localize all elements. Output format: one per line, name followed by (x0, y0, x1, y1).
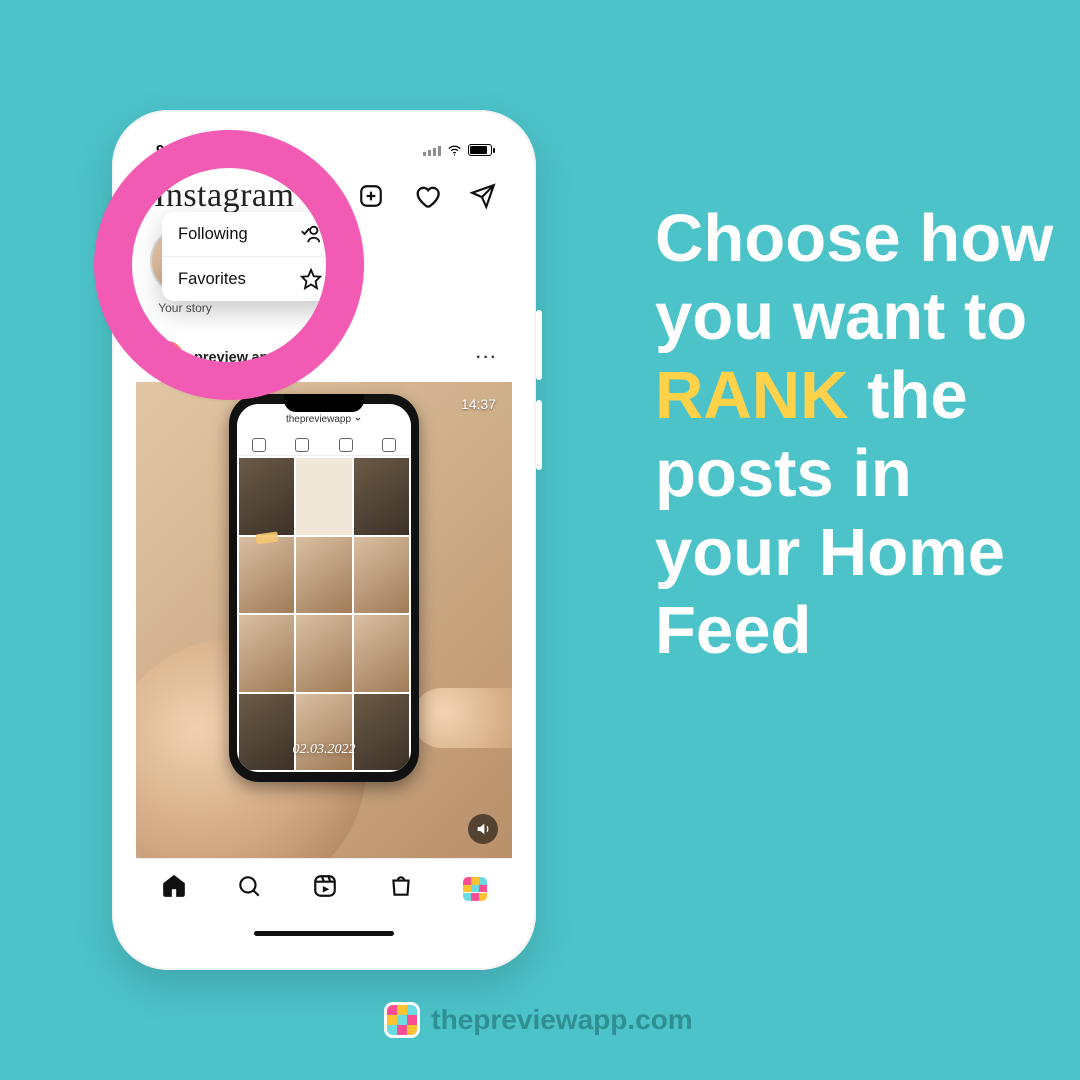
post-author-avatar[interactable] (150, 341, 184, 375)
home-icon (161, 873, 187, 899)
cellular-icon (423, 144, 441, 156)
status-time: 9:13 (156, 142, 186, 159)
hand-illustration (412, 688, 512, 748)
battery-icon (468, 144, 492, 156)
search-icon (236, 873, 262, 899)
footer-url: thepreviewapp.com (431, 1004, 692, 1036)
phone-side-button (536, 400, 542, 470)
dropdown-item-following[interactable]: Following (162, 212, 338, 256)
wifi-icon (447, 143, 462, 158)
new-post-button[interactable] (356, 181, 386, 211)
footer-credit: thepreviewapp.com (0, 1004, 1080, 1036)
post-media[interactable]: thepreviewapp 02.03.2022 14:37 (136, 382, 512, 858)
home-indicator (136, 918, 512, 948)
dropdown-label: Following (178, 225, 248, 244)
inner-date-overlay: 02.03.2022 (293, 742, 356, 758)
activity-heart-button[interactable] (412, 181, 442, 211)
dropdown-label: Favorites (178, 270, 246, 289)
shop-icon (388, 873, 414, 899)
star-icon (300, 268, 322, 290)
caption-pre: Choose how you want to (655, 201, 1053, 354)
status-right (423, 143, 492, 158)
mute-button[interactable] (468, 814, 498, 844)
caption-highlight: RANK (655, 358, 849, 433)
tab-home[interactable] (161, 873, 187, 904)
reels-icon (312, 873, 338, 899)
chevron-down-icon (354, 415, 362, 423)
video-timestamp: 14:37 (461, 396, 496, 412)
tab-reels[interactable] (312, 873, 338, 904)
dropdown-item-favorites[interactable]: Favorites (162, 256, 338, 301)
post-author-username[interactable]: preview.app (194, 350, 277, 366)
bottom-tab-bar (136, 858, 512, 918)
tab-profile[interactable] (463, 877, 487, 901)
feed-sort-dropdown: Following Favorites (162, 212, 338, 301)
inner-app-name: thepreviewapp (286, 414, 351, 425)
instagram-logo[interactable]: Instagram (154, 177, 294, 215)
brand-logo-icon (387, 1005, 417, 1035)
story-label: Your story (158, 301, 212, 315)
tab-shop[interactable] (388, 873, 414, 904)
status-bar: 9:13 (136, 132, 512, 168)
phone-side-button (536, 310, 542, 380)
caption-text: Choose how you want to RANK the posts in… (655, 200, 1055, 670)
tab-search[interactable] (236, 873, 262, 904)
messages-button[interactable] (468, 181, 498, 211)
phone-frame: 9:13 Instagram (112, 110, 536, 970)
following-icon (300, 223, 322, 245)
post-header: preview.app ··· (136, 334, 512, 382)
phone-screen: 9:13 Instagram (136, 132, 512, 948)
post-more-button[interactable]: ··· (476, 349, 498, 367)
inner-phone-illustration: thepreviewapp 02.03.2022 (229, 394, 419, 782)
chevron-down-icon[interactable] (300, 189, 314, 203)
profile-icon (463, 877, 487, 901)
sound-icon (475, 821, 491, 837)
